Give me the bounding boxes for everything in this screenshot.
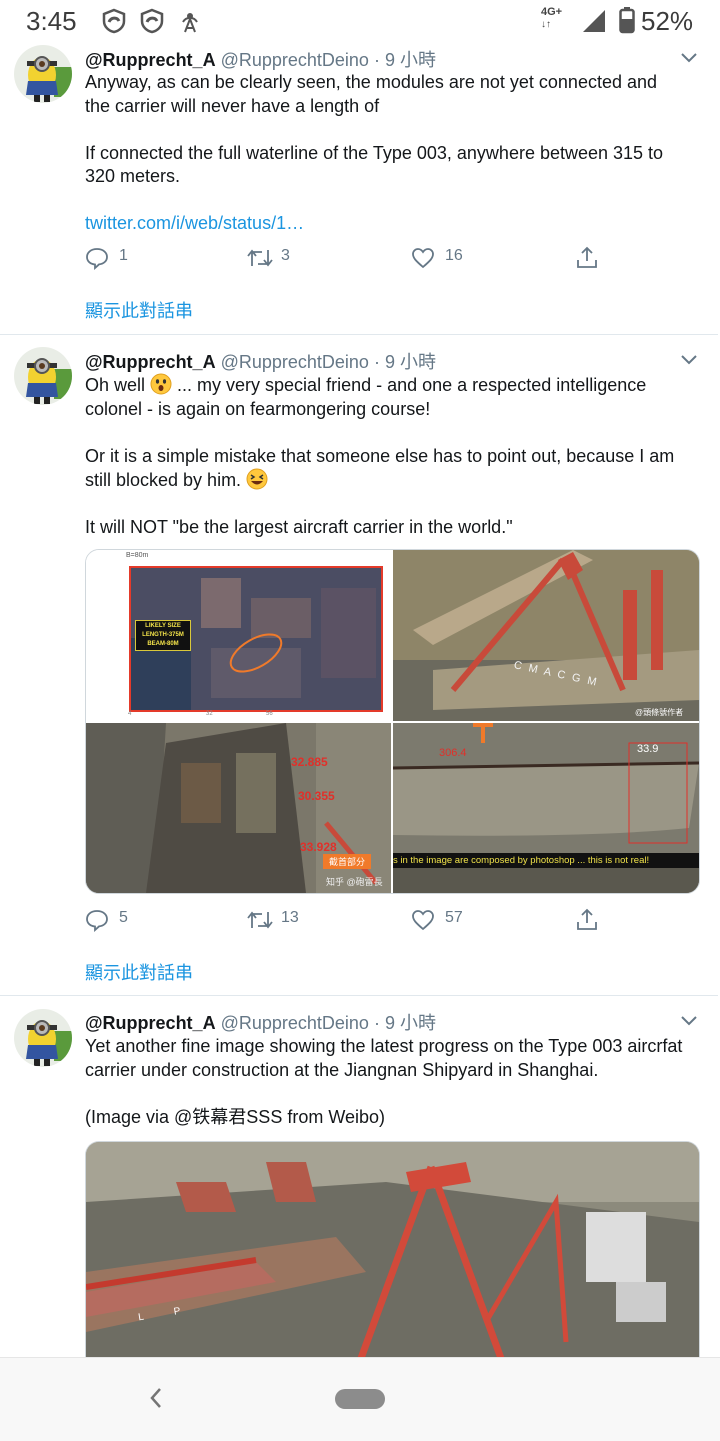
navigation-bar [0, 1357, 720, 1441]
tweet-media[interactable]: L P [85, 1141, 700, 1372]
battery-icon [619, 7, 635, 34]
share-icon [577, 246, 597, 268]
tweet[interactable]: @Rupprecht_A @RupprechtDeino · 9 小時 Yet … [0, 996, 718, 1372]
tweet-time: · 9 小時 [373, 1013, 436, 1033]
show-thread-link[interactable]: 顯示此對話串 [85, 959, 193, 985]
chevron-down-icon[interactable] [681, 355, 697, 365]
retweet-count: 3 [281, 247, 290, 264]
measurement-label: 33.928 [300, 840, 337, 854]
home-pill[interactable] [335, 1389, 385, 1409]
show-thread-link[interactable]: 顯示此對話串 [85, 297, 193, 323]
media-image[interactable]: C M A C G M @頭條號作者 [393, 550, 699, 721]
heart-icon [412, 248, 434, 269]
satellite-image: LIKELY SIZE LENGTH-375M BEAM-80M [129, 566, 383, 712]
measurement-label: 32.885 [291, 755, 328, 769]
embedded-count: 4 [128, 711, 132, 717]
chevron-down-icon[interactable] [681, 1016, 697, 1026]
shield-icon [140, 8, 164, 34]
measurement-label: 30.355 [298, 789, 335, 803]
media-image[interactable]: 306.4 33.9 s in the image are composed b… [393, 723, 699, 893]
avatar[interactable] [14, 45, 72, 103]
tweet[interactable]: @Rupprecht_A @RupprechtDeino · 9 小時 Anyw… [0, 44, 718, 335]
reply-count: 5 [119, 909, 128, 926]
media-image[interactable]: B=80m LIKELY SIZE LENGTH-375M BEAM-80M 4… [86, 550, 391, 721]
chevron-down-icon[interactable] [681, 53, 697, 63]
tweet[interactable]: @Rupprecht_A @RupprechtDeino · 9 小時 Oh w… [0, 335, 718, 996]
signal-icon [583, 10, 605, 32]
watermark: @頭條號作者 [635, 708, 684, 717]
measurement-label: 306.4 [439, 747, 467, 759]
tweet-actions: 1 3 16 [85, 245, 605, 271]
display-name[interactable]: @Rupprecht_A [85, 352, 216, 372]
tweet-paragraph: Anyway, as can be clearly seen, the modu… [85, 72, 658, 116]
tweet-text-segment: Oh well [85, 375, 151, 395]
like-count: 16 [445, 247, 463, 264]
status-time: 3:45 [26, 6, 77, 36]
display-name[interactable]: @Rupprecht_A [85, 1013, 216, 1033]
tweet-media-grid[interactable]: B=80m LIKELY SIZE LENGTH-375M BEAM-80M 4… [85, 549, 700, 894]
user-handle[interactable]: @RupprechtDeino [221, 1013, 369, 1033]
shipyard-image [86, 1142, 699, 1372]
retweet-icon [247, 911, 273, 929]
tweet-paragraph: If connected the full waterline of the T… [85, 142, 664, 187]
retweet-icon [247, 249, 273, 267]
bow-section-tag: 截首部分 [323, 854, 372, 869]
tweet-header: @Rupprecht_A @RupprechtDeino · 9 小時 [85, 46, 436, 72]
size-label-line: LENGTH-375M [142, 632, 184, 638]
tweet-header: @Rupprecht_A @RupprechtDeino · 9 小時 [85, 1009, 436, 1035]
tweet-time: · 9 小時 [373, 352, 436, 372]
avatar[interactable] [14, 1009, 72, 1067]
embedded-actions: 4 32 56 [126, 711, 346, 721]
size-label: LIKELY SIZE LENGTH-375M BEAM-80M [135, 620, 191, 651]
reply-icon [86, 910, 108, 932]
tweet-text: Yet another fine image showing the lates… [85, 1035, 685, 1129]
laughing-emoji-icon [246, 468, 268, 490]
media-image[interactable]: 32.885 30.355 33.928 截首部分 知乎 @砲雷長 [86, 723, 391, 893]
media-caption: B=80m [126, 552, 149, 559]
tweet-header: @Rupprecht_A @RupprechtDeino · 9 小時 [85, 348, 436, 374]
avatar[interactable] [14, 347, 72, 405]
back-icon[interactable] [146, 1386, 166, 1410]
retweet-count: 13 [281, 909, 299, 926]
tweet-time: · 9 小時 [373, 50, 436, 70]
heart-icon [412, 910, 434, 931]
tweet-link[interactable]: twitter.com/i/web/status/1… [85, 213, 304, 233]
measurement-label: 33.9 [637, 743, 659, 755]
embedded-count: 32 [206, 711, 213, 717]
tweet-text-segment: Or it is a simple mistake that someone e… [85, 445, 675, 491]
hotspot-icon [182, 13, 198, 33]
astonished-emoji-icon [150, 373, 172, 395]
tweet-paragraph: (Image via @铁幕君SSS from Weibo) [85, 1106, 386, 1127]
status-bar: 3:45 4G+ ↓↑ 52% [0, 0, 720, 44]
tweet-text: Anyway, as can be clearly seen, the modu… [85, 71, 685, 236]
like-count: 57 [445, 909, 463, 926]
user-handle[interactable]: @RupprechtDeino [221, 352, 369, 372]
size-label-line: LIKELY SIZE [145, 623, 181, 629]
tweet-paragraph: Yet another fine image showing the lates… [85, 1036, 683, 1080]
size-label-line: BEAM-80M [147, 641, 179, 647]
media-caption: s in the image are composed by photoshop… [393, 853, 699, 868]
watermark: 知乎 @砲雷長 [326, 877, 383, 887]
user-handle[interactable]: @RupprechtDeino [221, 50, 369, 70]
reply-count: 1 [119, 247, 128, 264]
tweet-paragraph: It will NOT "be the largest aircraft car… [85, 517, 513, 537]
share-icon [577, 908, 597, 930]
display-name[interactable]: @Rupprecht_A [85, 50, 216, 70]
network-type: 4G+ ↓↑ [541, 6, 563, 30]
reply-icon [86, 248, 108, 270]
tweet-actions: 5 13 57 [85, 907, 605, 933]
shield-icon [102, 8, 126, 34]
embedded-count: 56 [266, 711, 273, 717]
tweet-text: Oh well ... my very special friend - and… [85, 373, 685, 540]
battery-percent: 52% [641, 6, 694, 36]
